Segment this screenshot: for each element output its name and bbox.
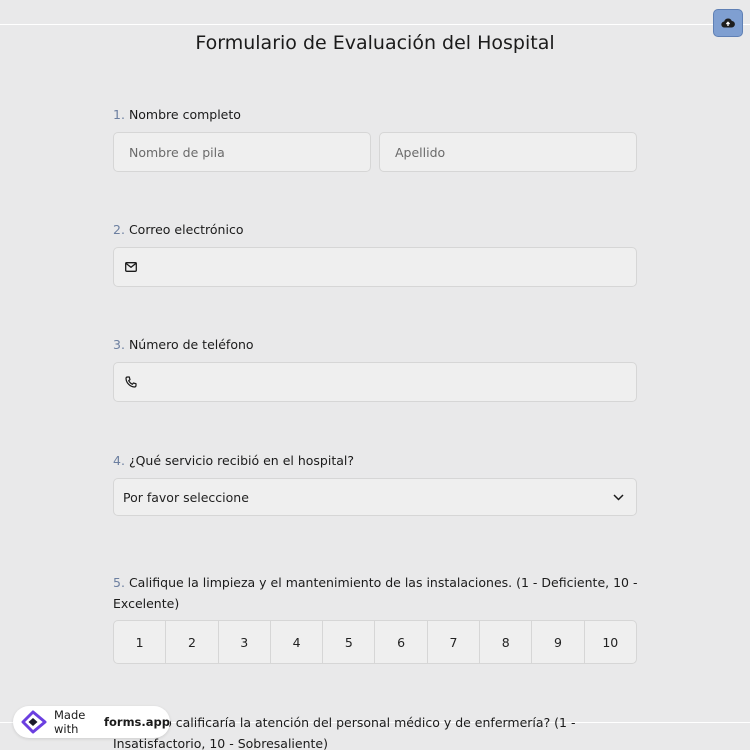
question-4-label: 4. ¿Qué servicio recibió en el hospital? — [113, 450, 643, 471]
email-input[interactable] — [113, 247, 637, 287]
question-5-label: 5. Califique la limpieza y el mantenimien… — [113, 572, 643, 614]
chevron-down-icon — [613, 493, 624, 501]
rating-option-9[interactable]: 9 — [532, 621, 585, 663]
question-number: 3. — [113, 337, 125, 352]
question-text: Correo electrónico — [128, 222, 244, 237]
question-number: 5. — [113, 575, 125, 590]
question-2-label: 2. Correo electrónico — [113, 219, 643, 240]
question-text: Nombre completo — [128, 107, 241, 122]
question-text: ¿Qué servicio recibió en el hospital? — [128, 453, 354, 468]
cleanliness-rating-scale: 1 2 3 4 5 6 7 8 9 10 — [113, 620, 637, 664]
question-6-label: 6.¿Cómo calificaría la atención del pers… — [113, 712, 643, 750]
mail-icon — [125, 262, 137, 272]
question-text: Califique la limpieza y el mantenimiento… — [113, 575, 638, 611]
phone-input[interactable] — [113, 362, 637, 402]
last-name-input[interactable]: Apellido — [379, 132, 637, 172]
question-number: 1. — [113, 107, 125, 122]
phone-icon — [125, 376, 137, 388]
rating-option-1[interactable]: 1 — [114, 621, 167, 663]
rating-option-7[interactable]: 7 — [428, 621, 481, 663]
first-name-placeholder: Nombre de pila — [129, 144, 225, 160]
rating-option-6[interactable]: 6 — [375, 621, 428, 663]
cloud-upload-icon — [721, 18, 735, 28]
last-name-placeholder: Apellido — [395, 144, 446, 160]
rating-option-4[interactable]: 4 — [271, 621, 324, 663]
service-select-value: Por favor seleccione — [123, 489, 249, 505]
question-text: Número de teléfono — [128, 337, 254, 352]
badge-prefix: Made with — [54, 708, 86, 736]
forms-app-logo-icon — [20, 710, 48, 734]
question-text: ¿Cómo calificaría la atención del person… — [113, 715, 576, 750]
service-select[interactable]: Por favor seleccione — [113, 478, 637, 516]
badge-brand: forms.app — [104, 715, 170, 729]
top-divider — [0, 24, 750, 25]
rating-option-5[interactable]: 5 — [323, 621, 376, 663]
question-3-label: 3. Número de teléfono — [113, 334, 643, 355]
question-number: 4. — [113, 453, 125, 468]
rating-option-2[interactable]: 2 — [166, 621, 219, 663]
page-title: Formulario de Evaluación del Hospital — [195, 32, 555, 54]
rating-option-8[interactable]: 8 — [480, 621, 533, 663]
made-with-badge[interactable]: Made with forms.app — [13, 706, 170, 738]
first-name-input[interactable]: Nombre de pila — [113, 132, 371, 172]
rating-option-10[interactable]: 10 — [585, 621, 636, 663]
rating-option-3[interactable]: 3 — [219, 621, 271, 663]
question-1-label: 1. Nombre completo — [113, 104, 643, 125]
question-number: 2. — [113, 222, 125, 237]
